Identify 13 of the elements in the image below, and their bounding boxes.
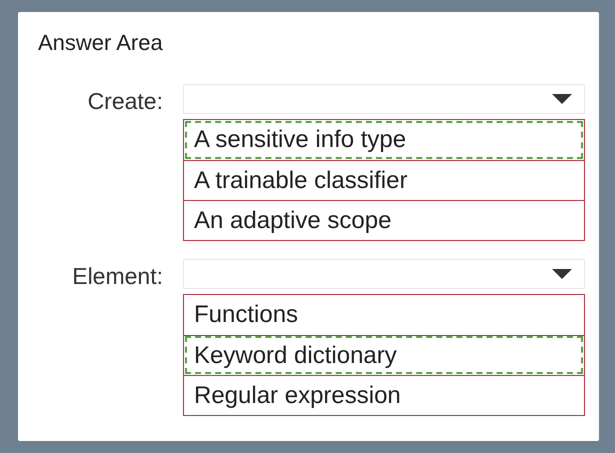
dropdown-option[interactable]: Keyword dictionary	[184, 335, 584, 375]
field-label: Element:	[71, 262, 163, 290]
field-label: Create:	[86, 87, 163, 115]
dropdown-option[interactable]: A sensitive info type	[184, 120, 584, 160]
caret-icon	[552, 94, 572, 104]
dropdown-option[interactable]: An adaptive scope	[184, 200, 584, 240]
dropdown-option[interactable]: Functions	[184, 295, 584, 335]
dropdown-option[interactable]: Regular expression	[184, 375, 584, 415]
caret-icon	[552, 269, 572, 279]
dropdown[interactable]	[183, 84, 585, 114]
dropdown-option[interactable]: A trainable classifier	[184, 160, 584, 200]
answer-area-title: Answer Area	[38, 30, 164, 56]
dropdown[interactable]	[183, 259, 585, 289]
